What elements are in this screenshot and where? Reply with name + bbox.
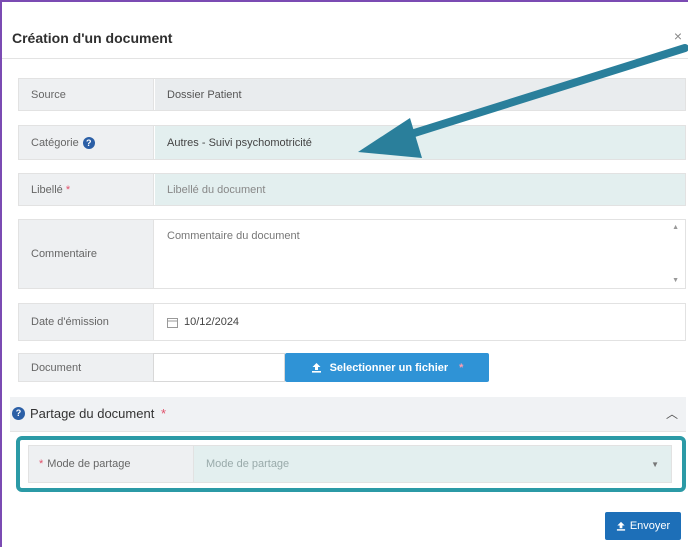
modal-title: Création d'un document: [12, 30, 173, 46]
date-label: Date d'émission: [19, 304, 154, 340]
help-icon[interactable]: ?: [82, 136, 95, 149]
calendar-icon: [167, 317, 178, 328]
upload-icon: [311, 363, 321, 373]
required-marker: *: [160, 406, 166, 421]
commentaire-row: Commentaire Commentaire du document ▲ ▼: [18, 219, 686, 289]
select-file-label: Selectionner un fichier: [329, 361, 449, 374]
required-marker: *: [459, 361, 464, 374]
libelle-row: Libellé * Libellé du document: [18, 173, 686, 206]
category-label: Catégorie ?: [19, 126, 154, 159]
scroll-up-icon[interactable]: ▲: [672, 224, 679, 231]
required-marker: *: [65, 183, 71, 196]
category-label-text: Catégorie: [31, 136, 79, 149]
commentaire-textarea[interactable]: Commentaire du document ▲ ▼: [155, 220, 685, 288]
sharing-mode-label: * Mode de partage: [29, 446, 194, 482]
send-label: Envoyer: [629, 520, 671, 532]
source-label: Source: [19, 79, 154, 110]
date-value: 10/12/2024: [184, 316, 240, 328]
sharing-mode-placeholder: Mode de partage: [206, 458, 290, 470]
sharing-mode-row: * Mode de partage Mode de partage ▼: [28, 445, 672, 483]
document-row: Document: [18, 353, 154, 382]
document-file-field[interactable]: [153, 353, 285, 382]
commentaire-label: Commentaire: [19, 220, 154, 288]
sharing-section-title: Partage du document *: [30, 406, 166, 421]
sharing-section-header[interactable]: ? Partage du document * ︿: [10, 397, 686, 432]
sharing-title-text: Partage du document: [30, 406, 155, 421]
date-input[interactable]: 10/12/2024: [155, 304, 685, 340]
chevron-up-icon[interactable]: ︿: [666, 405, 678, 422]
annotation-arrow: [358, 44, 688, 158]
commentaire-placeholder: Commentaire du document: [167, 230, 300, 242]
libelle-label: Libellé *: [19, 174, 154, 205]
sharing-mode-label-text: Mode de partage: [47, 458, 131, 470]
date-row: Date d'émission 10/12/2024: [18, 303, 686, 341]
upload-icon: [616, 521, 625, 531]
send-button[interactable]: Envoyer: [605, 512, 681, 540]
scroll-down-icon[interactable]: ▼: [672, 277, 679, 284]
select-file-button[interactable]: Selectionner un fichier *: [285, 353, 489, 382]
chevron-down-icon: ▼: [651, 460, 659, 469]
sharing-mode-select[interactable]: Mode de partage ▼: [194, 446, 671, 482]
help-icon[interactable]: ?: [12, 407, 25, 420]
document-label: Document: [19, 354, 154, 381]
required-marker: *: [39, 458, 44, 470]
libelle-input[interactable]: Libellé du document: [155, 174, 685, 205]
libelle-label-text: Libellé: [31, 183, 63, 196]
